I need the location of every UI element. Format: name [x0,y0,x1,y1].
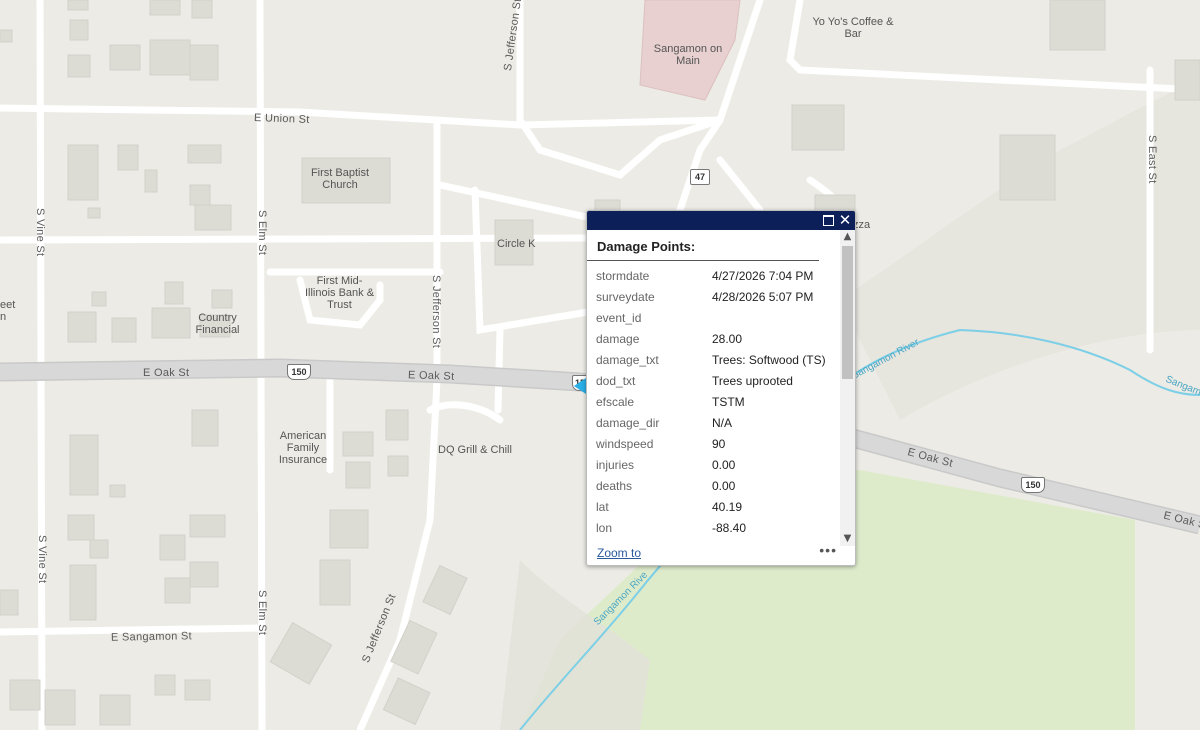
attribute-key: injuries [596,457,635,472]
attribute-row: lon -88.40 [596,517,832,538]
street-label-s-vine-top: S Vine St [34,208,46,257]
attribute-value: 4/27/2026 7:04 PM [712,268,814,283]
attribute-value: Trees uprooted [712,373,793,388]
close-icon[interactable]: ✕ [838,213,852,228]
attribute-value: N/A [712,415,733,430]
place-label-first-baptist: First Baptist Church [310,167,370,191]
attribute-value: TSTM [712,394,745,409]
attribute-row: deaths 0.00 [596,475,832,496]
place-label-n-partial: n [0,311,7,323]
attribute-key: damage_dir [596,415,660,430]
attribute-row: event_id [596,307,832,328]
attribute-key: windspeed [596,436,654,451]
attribute-key: efscale [596,394,635,409]
attribute-key: dod_txt [596,373,636,388]
il-47-shield: 47 [690,169,710,185]
attribute-row: damage_dir N/A [596,412,832,433]
attribute-value: 90 [712,436,726,451]
popup-footer: Zoom to ••• [587,542,855,565]
place-label-american-family: American Family Insurance [278,430,328,466]
popup-body[interactable]: Damage Points: stormdate 4/27/2026 7:04 P… [587,230,841,546]
popup-scrollbar[interactable]: ▲ ▼ [840,230,855,546]
place-label-street-partial: eet [0,299,16,311]
feature-popup: ✕ Damage Points: stormdate 4/27/2026 7:04… [586,210,856,566]
street-label-e-sangamon: E Sangamon St [110,630,193,644]
street-label-s-elm-top: S Elm St [256,210,268,256]
attribute-row: damage 28.00 [596,328,832,349]
street-label-e-oak-left: E Oak St [143,367,190,379]
attribute-value: Trees: Softwood (TS) [712,352,826,367]
attribute-key: surveydate [596,289,655,304]
attribute-key: damage [596,331,640,346]
attribute-row: windspeed 90 [596,433,832,454]
attribute-row: injuries 0.00 [596,454,832,475]
attribute-row: dod_txt Trees uprooted [596,370,832,391]
attribute-row: surveydate 4/28/2026 5:07 PM [596,286,832,307]
place-label-circle-k: Circle K [497,238,536,250]
zoom-to-link[interactable]: Zoom to [597,546,641,560]
terrain-shading [840,80,1200,420]
street-label-s-east: S East St [1146,135,1158,184]
street-label-e-union: E Union St [253,112,310,126]
attribute-row: stormdate 4/27/2026 7:04 PM [596,265,832,286]
street-label-s-elm-bottom: S Elm St [256,590,268,636]
attribute-value: 0.00 [712,457,736,472]
attribute-value: 28.00 [712,331,743,346]
maximize-icon[interactable] [821,213,835,227]
more-actions-icon[interactable]: ••• [819,542,837,558]
place-label-country-financial: Country Financial [195,312,240,336]
attribute-key: lat [596,499,609,514]
popup-header: ✕ [587,211,855,230]
attribute-value [712,307,832,328]
attribute-key: stormdate [596,268,650,283]
attribute-value: 0.00 [712,478,736,493]
scroll-down-icon[interactable]: ▼ [840,532,855,546]
attribute-value: 40.19 [712,499,743,514]
street-label-s-vine-bottom: S Vine St [36,535,48,584]
attribute-row: efscale TSTM [596,391,832,412]
attribute-row: lat 40.19 [596,496,832,517]
place-label-first-mid: First Mid-Illinois Bank & Trust [304,275,375,311]
attribute-key: damage_txt [596,352,659,367]
street-label-s-jefferson-mid: S Jefferson St [430,275,442,349]
street-label-e-oak-mid: E Oak St [407,369,455,383]
scroll-up-icon[interactable]: ▲ [840,230,855,244]
place-label-yoyos: Yo Yo's Coffee & Bar [812,16,894,40]
place-label-dq: DQ Grill & Chill [438,444,512,456]
us-150-shield-left: 150 [287,364,311,380]
scroll-thumb[interactable] [842,246,853,379]
us-150-shield-right: 150 [1021,477,1045,493]
attribute-key: event_id [596,310,642,325]
popup-pointer [574,378,586,394]
attribute-table: stormdate 4/27/2026 7:04 PM surveydate 4/28… [596,265,832,538]
attribute-key: deaths [596,478,633,493]
attribute-value: 4/28/2026 5:07 PM [712,289,814,304]
attribute-row: damage_txt Trees: Softwood (TS) [596,349,832,370]
popup-title: Damage Points: [587,230,819,261]
attribute-key: lon [596,520,613,535]
attribute-value: -88.40 [712,520,747,535]
place-label-sangamon-on-main: Sangamon on Main [653,43,723,67]
